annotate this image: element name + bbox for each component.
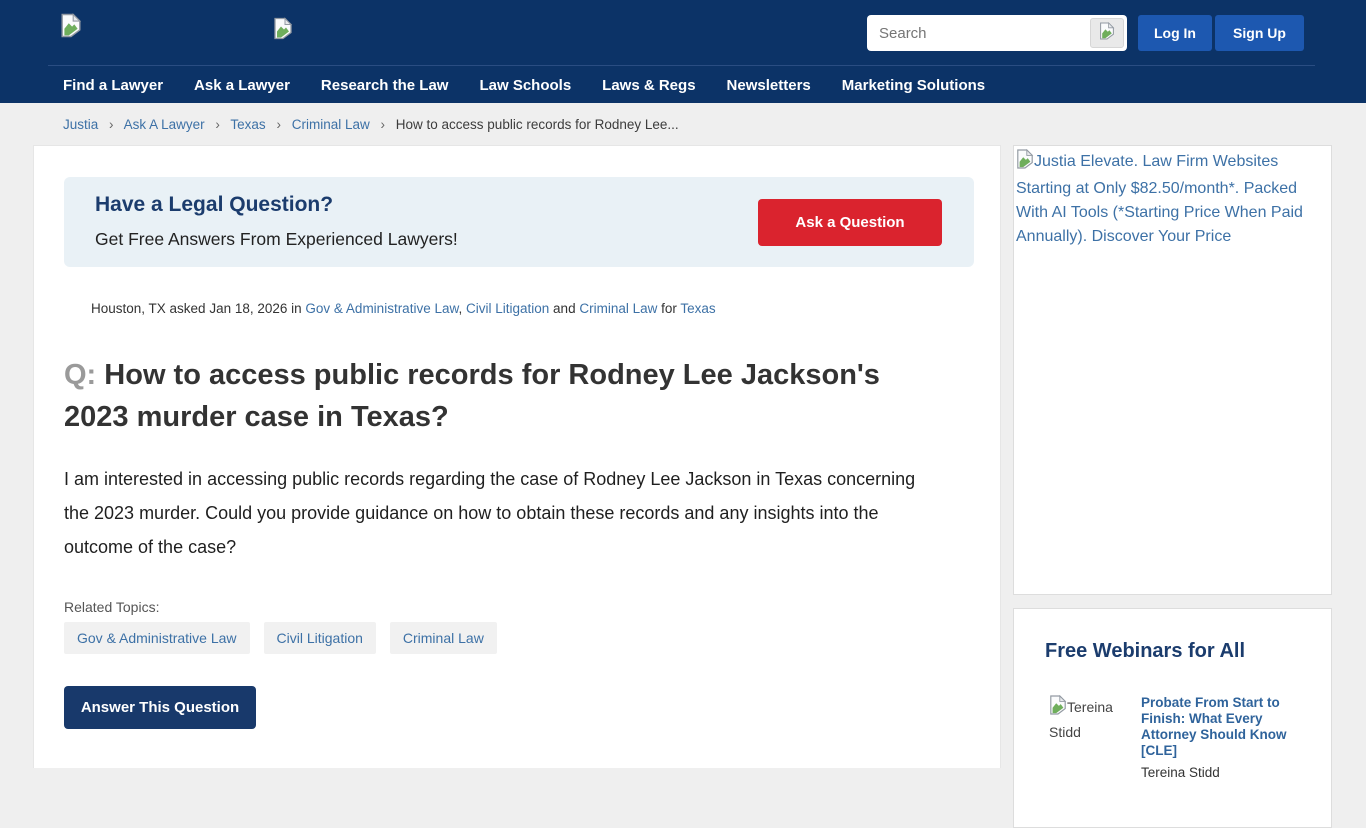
- justia-logo-broken-image-icon[interactable]: [60, 13, 82, 43]
- breadcrumb-separator: ›: [380, 117, 386, 132]
- meta-category-link-gov-admin-law[interactable]: Gov & Administrative Law: [305, 301, 458, 316]
- meta-for: for: [657, 301, 681, 316]
- free-webinars-panel: Free Webinars for All Tereina Stidd Prob…: [1013, 608, 1332, 828]
- justia-elevate-ad[interactable]: Justia Elevate. Law Firm Websites Starti…: [1013, 145, 1332, 595]
- nav-laws-and-regs[interactable]: Laws & Regs: [602, 77, 695, 94]
- question-main-panel: Have a Legal Question? Get Free Answers …: [33, 145, 1001, 768]
- ask-a-question-button[interactable]: Ask a Question: [758, 199, 942, 246]
- meta-state-link-texas[interactable]: Texas: [680, 301, 715, 316]
- meta-and: and: [549, 301, 580, 316]
- legal-question-cta-banner: Have a Legal Question? Get Free Answers …: [64, 177, 974, 267]
- search-input[interactable]: [867, 15, 1090, 51]
- nav-find-a-lawyer[interactable]: Find a Lawyer: [63, 77, 163, 94]
- meta-asker-and-date: Houston, TX asked Jan 18, 2026 in: [91, 301, 306, 316]
- sign-up-button[interactable]: Sign Up: [1215, 15, 1304, 51]
- question-meta: Houston, TX asked Jan 18, 2026 in Gov & …: [91, 301, 716, 316]
- topic-tag-gov-admin-law[interactable]: Gov & Administrative Law: [64, 622, 250, 654]
- breadcrumb-link-texas[interactable]: Texas: [230, 117, 265, 132]
- meta-category-link-criminal-law[interactable]: Criminal Law: [579, 301, 657, 316]
- breadcrumb-link-ask-a-lawyer[interactable]: Ask A Lawyer: [124, 117, 205, 132]
- nav-newsletters[interactable]: Newsletters: [727, 77, 811, 94]
- header-divider: [48, 65, 1315, 66]
- webinar-speaker-thumbnail[interactable]: Tereina Stidd: [1049, 695, 1141, 780]
- breadcrumb-separator: ›: [109, 117, 114, 132]
- webinars-heading: Free Webinars for All: [1045, 640, 1246, 662]
- ad-broken-image-icon: [1016, 149, 1034, 177]
- webinar-list-item: Tereina Stidd Probate From Start to Fini…: [1049, 695, 1319, 780]
- breadcrumb-separator: ›: [215, 117, 220, 132]
- topic-tag-civil-litigation[interactable]: Civil Litigation: [263, 622, 376, 654]
- breadcrumb-link-justia[interactable]: Justia: [63, 117, 98, 132]
- webinar-broken-image-icon: [1049, 695, 1067, 721]
- ad-alt-text[interactable]: Justia Elevate. Law Firm Websites Starti…: [1016, 153, 1303, 245]
- search-button[interactable]: [1090, 18, 1124, 48]
- question-q-prefix: Q:: [64, 359, 105, 391]
- nav-law-schools[interactable]: Law Schools: [479, 77, 571, 94]
- nav-marketing-solutions[interactable]: Marketing Solutions: [842, 77, 985, 94]
- meta-comma: ,: [458, 301, 466, 316]
- meta-category-link-civil-litigation[interactable]: Civil Litigation: [466, 301, 549, 316]
- question-title-text: How to access public records for Rodney …: [64, 359, 880, 433]
- webinar-details: Probate From Start to Finish: What Every…: [1141, 695, 1319, 780]
- cta-title: Have a Legal Question?: [95, 193, 334, 216]
- search-bar: [867, 15, 1127, 51]
- related-topics-label: Related Topics:: [64, 599, 160, 615]
- topic-tag-criminal-law[interactable]: Criminal Law: [389, 622, 497, 654]
- search-broken-image-icon: [1099, 22, 1115, 45]
- breadcrumb: Justia › Ask A Lawyer › Texas › Criminal…: [63, 117, 679, 132]
- breadcrumb-link-criminal-law[interactable]: Criminal Law: [292, 117, 370, 132]
- webinar-speaker-name: Tereina Stidd: [1141, 765, 1220, 780]
- breadcrumb-separator: ›: [276, 117, 281, 132]
- nav-research-the-law[interactable]: Research the Law: [321, 77, 449, 94]
- main-nav: Find a Lawyer Ask a Lawyer Research the …: [63, 77, 985, 94]
- cta-subtitle: Get Free Answers From Experienced Lawyer…: [95, 229, 458, 249]
- secondary-logo-broken-image-icon[interactable]: [273, 17, 293, 45]
- log-in-button[interactable]: Log In: [1138, 15, 1212, 51]
- question-title: Q: How to access public records for Rodn…: [64, 354, 924, 438]
- site-header: Log In Sign Up Find a Lawyer Ask a Lawye…: [0, 0, 1366, 103]
- question-body: I am interested in accessing public reco…: [64, 469, 916, 557]
- answer-this-question-button[interactable]: Answer This Question: [64, 686, 256, 729]
- breadcrumb-current-page: How to access public records for Rodney …: [395, 117, 679, 132]
- nav-ask-a-lawyer[interactable]: Ask a Lawyer: [194, 77, 290, 94]
- webinar-title-link[interactable]: Probate From Start to Finish: What Every…: [1141, 695, 1319, 759]
- related-topics-tags: Gov & Administrative Law Civil Litigatio…: [64, 622, 497, 654]
